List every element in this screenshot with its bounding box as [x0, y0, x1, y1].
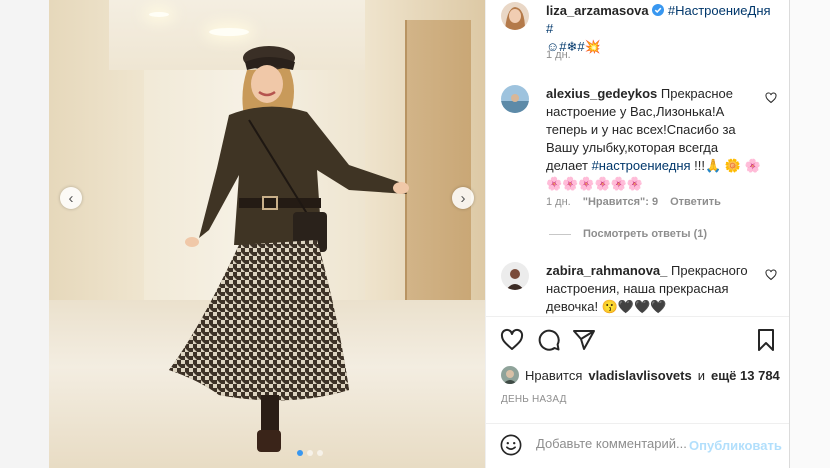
woman-figure	[169, 46, 409, 452]
next-photo-button[interactable]: ›	[452, 187, 474, 209]
previous-photo-button[interactable]: ‹	[60, 187, 82, 209]
comment-meta: 1 дн. "Нравится": 9 Ответить	[546, 196, 721, 208]
commenter-avatar[interactable]	[501, 85, 529, 113]
action-bar	[500, 328, 778, 352]
post-photo	[49, 0, 485, 468]
comment-like-heart-icon[interactable]	[765, 92, 777, 104]
chevron-left-icon: ‹	[68, 189, 74, 207]
heart-icon[interactable]	[500, 328, 524, 352]
likes-summary: Нравится vladislavlisovets и ещё 13 784	[501, 366, 780, 384]
post-caption: liza_arzamasova #НастроениеДня # ☺#❄#💥	[546, 2, 781, 56]
chevron-right-icon: ›	[460, 189, 466, 207]
post-time[interactable]: ДЕНЬ НАЗАД	[501, 394, 567, 405]
comment-text: alexius_gedeykos Прекрасное настроение у…	[546, 86, 761, 191]
comment-text: zabira_rahmanova_ Прекрасного настроения…	[546, 263, 748, 314]
likes-count[interactable]: ещё 13 784	[711, 368, 780, 383]
bookmark-icon[interactable]	[754, 328, 778, 352]
comment-input[interactable]	[536, 436, 686, 451]
emoji-icon[interactable]	[500, 434, 522, 456]
carousel-dots	[297, 450, 323, 456]
author-username[interactable]: liza_arzamasova	[546, 3, 649, 18]
right-gutter	[789, 0, 830, 468]
comment-like-heart-icon[interactable]	[765, 269, 777, 281]
caption-sticker: 💥	[584, 39, 601, 54]
commenter-avatar[interactable]	[501, 262, 529, 290]
liker-username[interactable]: vladislavlisovets	[588, 368, 691, 383]
left-gutter	[0, 0, 49, 468]
add-comment-bar: Опубликовать	[486, 423, 790, 468]
publish-button[interactable]: Опубликовать	[689, 438, 782, 453]
post-details-panel: liza_arzamasova #НастроениеДня # ☺#❄#💥 1…	[485, 0, 790, 468]
comment-time[interactable]: 1 дн.	[546, 196, 571, 208]
comment-icon[interactable]	[537, 328, 561, 352]
commenter-username[interactable]: alexius_gedeykos	[546, 86, 657, 101]
verified-badge-icon	[652, 3, 668, 18]
share-icon[interactable]	[572, 328, 596, 352]
author-avatar[interactable]	[501, 2, 529, 30]
reply-button[interactable]: Ответить	[670, 196, 721, 208]
comment-likes[interactable]: "Нравится": 9	[583, 196, 658, 208]
liker-avatar[interactable]	[501, 366, 519, 384]
commenter-username[interactable]: zabira_rahmanova_	[546, 263, 667, 278]
divider	[486, 316, 790, 317]
caption-time[interactable]: 1 дн.	[546, 49, 571, 61]
comment-hashtag[interactable]: #настроениедня	[592, 158, 691, 173]
view-replies-button[interactable]: Посмотреть ответы (1)	[549, 228, 707, 240]
